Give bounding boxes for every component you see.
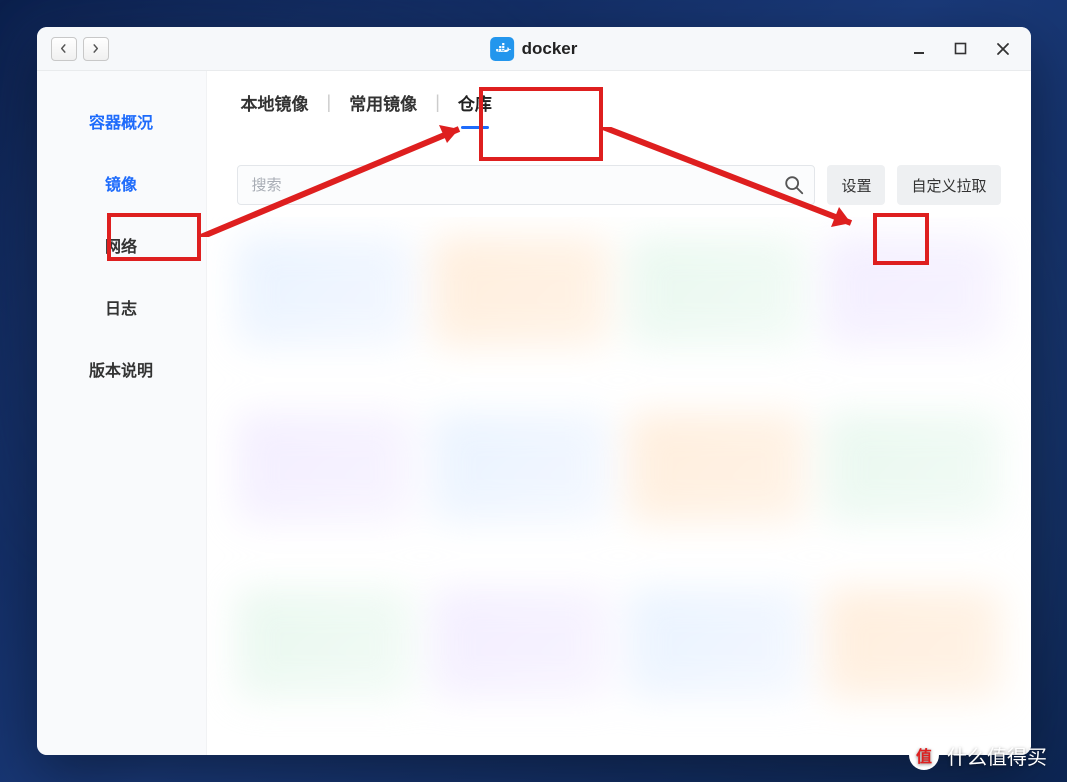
sidebar-item-mirror[interactable]: 镜像 [37,155,206,211]
titlebar: docker [37,27,1031,71]
tab-local-mirror[interactable]: 本地镜像 [237,82,313,123]
search-input[interactable] [237,165,816,205]
close-icon [996,42,1010,56]
watermark: 值 什么值得买 [909,740,1047,770]
content-area-blurred [207,217,1031,755]
watermark-badge: 值 [909,740,939,770]
custom-pull-button[interactable]: 自定义拉取 [897,165,1000,205]
blurred-card-grid [237,237,1001,735]
nav-button-group [51,37,109,61]
search-icon [783,174,805,196]
sidebar-item-container-overview[interactable]: 容器概况 [37,93,206,149]
tab-separator: | [435,92,440,113]
main-panel: 本地镜像 | 常用镜像 | 仓库 设置 自定义拉取 [207,71,1031,755]
docker-icon [490,37,514,61]
chevron-left-icon [59,44,68,53]
close-button[interactable] [989,35,1017,63]
sidebar: 容器概况 镜像 网络 日志 版本说明 [37,71,207,755]
tab-common-mirror[interactable]: 常用镜像 [345,82,421,123]
maximize-icon [954,42,967,55]
nav-forward-button[interactable] [83,37,109,61]
sidebar-item-network[interactable]: 网络 [37,217,206,273]
app-window: docker 容器概况 镜像 网络 日志 版本说明 本地镜像 | [37,27,1031,755]
window-controls [905,35,1017,63]
watermark-text: 什么值得买 [947,741,1047,770]
window-title-group: docker [490,37,578,61]
sidebar-item-log[interactable]: 日志 [37,279,206,335]
sidebar-item-version[interactable]: 版本说明 [37,341,206,397]
tab-repository[interactable]: 仓库 [454,82,496,123]
tab-separator: | [327,92,332,113]
window-title: docker [522,39,578,59]
nav-back-button[interactable] [51,37,77,61]
toolbar: 设置 自定义拉取 [207,133,1031,217]
tab-bar: 本地镜像 | 常用镜像 | 仓库 [207,71,1031,133]
search-wrapper [237,165,816,205]
body-area: 容器概况 镜像 网络 日志 版本说明 本地镜像 | 常用镜像 | 仓库 设置 自… [37,71,1031,755]
minimize-icon [912,42,926,56]
settings-button[interactable]: 设置 [827,165,885,205]
maximize-button[interactable] [947,35,975,63]
minimize-button[interactable] [905,35,933,63]
chevron-right-icon [91,44,100,53]
